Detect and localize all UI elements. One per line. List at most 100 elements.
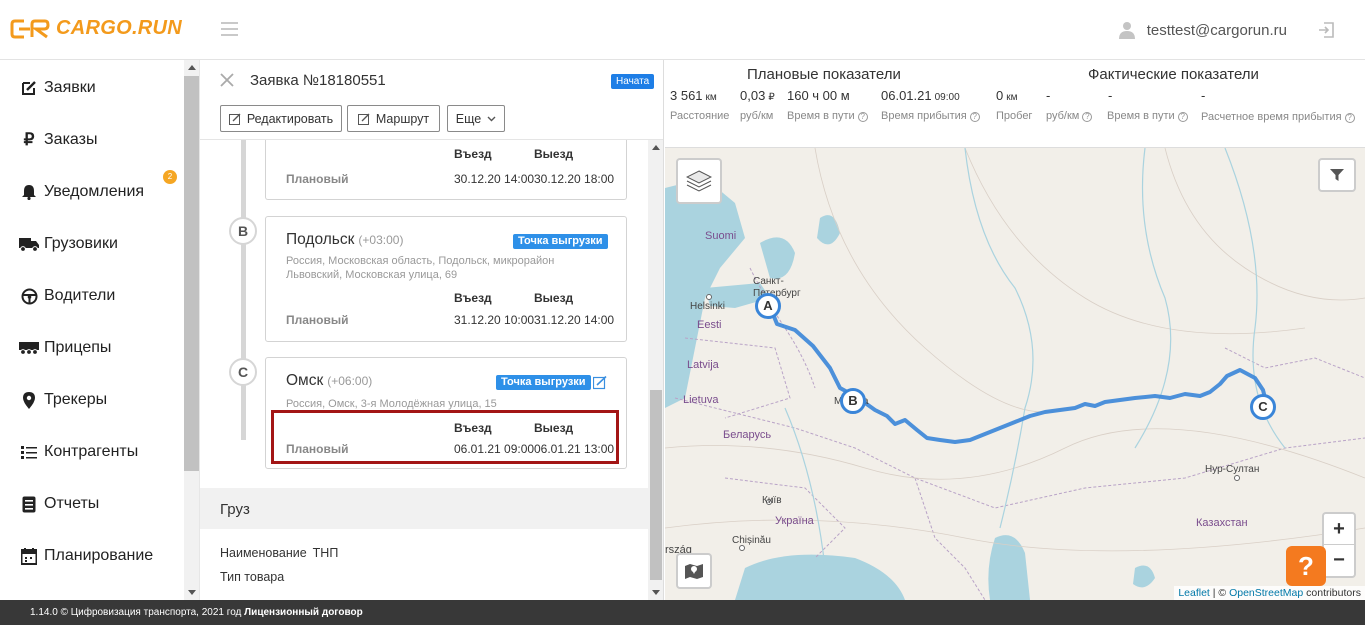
- scroll-down-icon[interactable]: [652, 590, 660, 595]
- zoom-in-button[interactable]: +: [1324, 514, 1354, 545]
- sidebar-scrollbar[interactable]: [184, 60, 199, 600]
- route-marker-a[interactable]: A: [755, 293, 781, 319]
- eta-label-text: Расчетное время прибытия: [1201, 111, 1342, 123]
- help-icon[interactable]: ?: [1344, 113, 1355, 123]
- sidebar-item-contractors[interactable]: Контрагенты: [0, 426, 184, 478]
- help-icon[interactable]: ?: [969, 112, 980, 122]
- scroll-down-icon[interactable]: [188, 590, 196, 595]
- scroll-up-icon[interactable]: [652, 145, 660, 150]
- actual-mileage: 0 км: [996, 88, 1017, 103]
- route-button[interactable]: Маршрут: [347, 105, 440, 132]
- help-icon[interactable]: ?: [1082, 112, 1093, 122]
- sidebar-item-planning[interactable]: Планирование: [0, 530, 184, 582]
- license-link[interactable]: Лицензионный договор: [244, 607, 363, 618]
- map-label-chisinau: Chișinău: [732, 535, 771, 546]
- edit-icon: [357, 113, 370, 125]
- city-name: Омск: [286, 372, 324, 389]
- route-marker-c[interactable]: C: [1250, 394, 1276, 420]
- stop-card-b[interactable]: Подольск (+03:00) Точка выгрузки Россия, …: [265, 216, 627, 342]
- help-icon[interactable]: ?: [1177, 112, 1188, 122]
- timezone: (+06:00): [327, 374, 373, 388]
- edit-button[interactable]: Редактировать: [220, 105, 342, 132]
- entry-time: 30.12.20 14:00: [454, 172, 535, 186]
- zoom-control: + −: [1322, 512, 1356, 578]
- scroll-up-icon[interactable]: [188, 65, 196, 70]
- cargo-name-label: Наименование: [220, 546, 307, 560]
- map-view-button[interactable]: [676, 553, 712, 589]
- stop-letter-c: C: [229, 358, 257, 386]
- order-header: Заявка №18180551 Начата Редактировать Ма…: [200, 60, 663, 140]
- planned-rate: 0,03 ₽: [740, 88, 775, 103]
- sidebar-item-trackers[interactable]: Трекеры: [0, 374, 184, 426]
- menu-toggle-icon[interactable]: [221, 22, 238, 36]
- map-label-nur-sultan: Нур-Султан: [1205, 464, 1260, 475]
- sidebar-item-label: Заявки: [44, 79, 96, 96]
- cargo-type-label: Тип товара: [220, 570, 285, 584]
- layers-icon: [686, 170, 712, 192]
- user-menu[interactable]: testtest@cargorun.ru: [1118, 21, 1287, 39]
- map-label-latvia: Latvija: [687, 359, 719, 371]
- city-name: Подольск: [286, 231, 355, 248]
- zoom-out-button[interactable]: −: [1324, 545, 1354, 576]
- route-button-label: Маршрут: [375, 111, 430, 126]
- map-area: Плановые показатели Фактические показате…: [665, 60, 1365, 600]
- filter-button[interactable]: [1318, 158, 1356, 192]
- sidebar-item-label: Уведомления: [44, 183, 145, 200]
- leaflet-link[interactable]: Leaflet: [1178, 587, 1210, 599]
- footer: 1.14.0 © Цифровизация транспорта, 2021 г…: [0, 600, 1365, 625]
- sidebar: Заявки ₽ Заказы Уведомления 2 Грузовики …: [0, 60, 200, 600]
- actual-rate-label: руб/км?: [1046, 110, 1093, 122]
- unload-point-badge: Точка выгрузки: [513, 234, 608, 249]
- layers-button[interactable]: [676, 158, 722, 204]
- route-stats: Плановые показатели Фактические показате…: [665, 60, 1365, 148]
- stop-city: Подольск (+03:00): [286, 231, 403, 249]
- route-marker-b[interactable]: B: [840, 388, 866, 414]
- attribution-rest: contributors: [1303, 587, 1361, 599]
- close-icon[interactable]: [219, 72, 235, 88]
- filter-icon: [1330, 169, 1344, 181]
- scrollbar-thumb[interactable]: [650, 390, 662, 580]
- ruble-icon: ₽: [23, 130, 35, 149]
- truck-icon: [19, 234, 39, 254]
- planned-label: Плановый: [286, 313, 349, 327]
- sidebar-item-label: Контрагенты: [44, 443, 139, 460]
- order-panel-scrollbar[interactable]: [648, 140, 663, 600]
- sidebar-item-trucks[interactable]: Грузовики: [0, 218, 184, 270]
- sidebar-item-requests[interactable]: Заявки: [0, 62, 184, 114]
- help-icon[interactable]: ?: [857, 112, 868, 122]
- more-button[interactable]: Еще: [447, 105, 505, 132]
- time-label: Время в пути?: [787, 110, 868, 122]
- actual-time-label-text: Время в пути: [1107, 110, 1175, 122]
- logout-icon[interactable]: [1317, 21, 1335, 39]
- status-badge: Начата: [611, 74, 655, 89]
- help-button[interactable]: ?: [1286, 546, 1326, 586]
- sidebar-item-trailers[interactable]: Прицепы: [0, 322, 184, 374]
- actual-time-label: Время в пути?: [1107, 110, 1188, 122]
- map-label-lithuania: Lietuva: [683, 394, 719, 406]
- sidebar-item-drivers[interactable]: Водители: [0, 270, 184, 322]
- mileage-unit: км: [1006, 92, 1018, 103]
- highlight-frame: [271, 410, 619, 464]
- sidebar-item-orders[interactable]: ₽ Заказы: [0, 114, 184, 166]
- aral-sea: [1133, 565, 1155, 588]
- map-icon: [685, 564, 703, 579]
- cargo-name-value: ТНП: [312, 546, 339, 560]
- route-timeline: [241, 140, 246, 440]
- calendar-icon: [19, 546, 39, 566]
- edit-pencil-icon[interactable]: [593, 376, 607, 390]
- logo[interactable]: CARGO.RUN: [10, 17, 182, 40]
- scrollbar-thumb[interactable]: [184, 76, 199, 471]
- map-label-kazakhstan: Казахстан: [1196, 517, 1248, 529]
- stop-address: Россия, Московская область, Подольск, ми…: [286, 255, 555, 281]
- lake-ladoga: [760, 237, 795, 279]
- arrival-label: Время прибытия?: [881, 110, 980, 122]
- map-label-belarus: Беларусь: [723, 429, 772, 441]
- sidebar-item-notifications[interactable]: Уведомления: [0, 166, 184, 218]
- sidebar-item-reports[interactable]: Отчеты: [0, 478, 184, 530]
- eta-label: Расчетное время прибытия?: [1201, 110, 1365, 124]
- black-sea: [735, 554, 905, 600]
- route-map[interactable]: Suomi Санкт-Петербург Helsinki Eesti Lat…: [665, 148, 1365, 600]
- osm-link[interactable]: OpenStreetMap: [1229, 587, 1303, 599]
- arrival-date: 06.01.21: [881, 88, 932, 103]
- entry-header: Въезд: [454, 291, 492, 305]
